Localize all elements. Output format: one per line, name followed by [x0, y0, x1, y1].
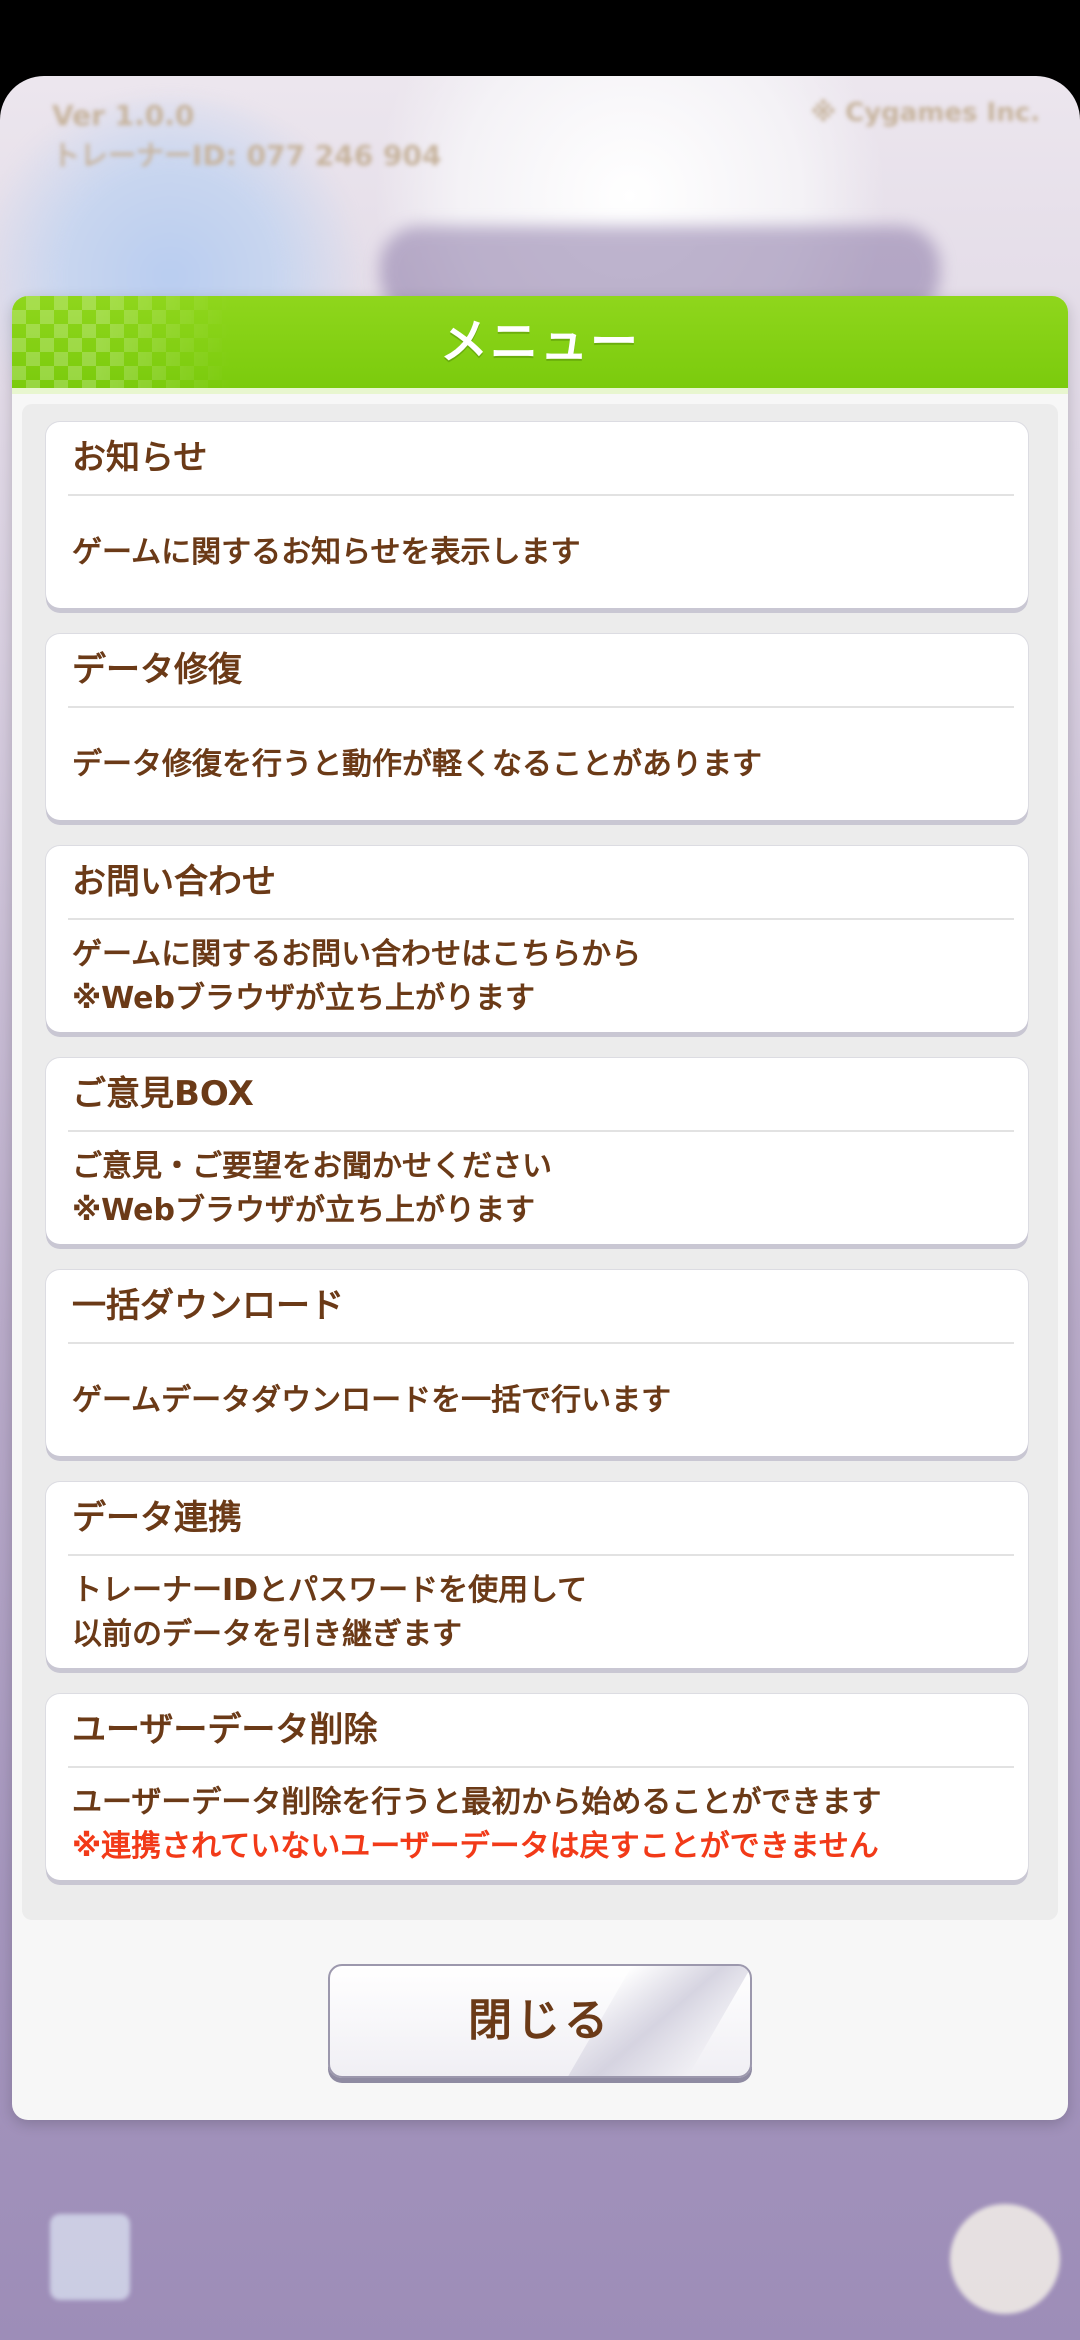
description-line: ※Webブラウザが立ち上がります [72, 1193, 536, 1228]
description-line: ご意見・ご要望をお聞かせください [72, 1149, 552, 1184]
divider [68, 706, 1014, 708]
menu-item-bulk-download[interactable]: 一括ダウンロード ゲームデータダウンロードを一括で行います [46, 1270, 1028, 1456]
menu-item-title: 一括ダウンロード [72, 1286, 344, 1326]
menu-item-title: データ連携 [72, 1498, 242, 1538]
menu-item-data-link[interactable]: データ連携 トレーナーIDとパスワードを使用して 以前のデータを引き継ぎます [46, 1482, 1028, 1668]
description-line: データ修復を行うと動作が軽くなることがあります [72, 747, 762, 782]
description-line: ゲームに関するお問い合わせはこちらから [72, 937, 642, 972]
background-right-button-icon [950, 2204, 1060, 2314]
description-line: ユーザーデータ削除を行うと最初から始めることができます [72, 1785, 882, 1820]
menu-item-data-repair[interactable]: データ修復 データ修復を行うと動作が軽くなることがあります [46, 634, 1028, 820]
warning-text: ※連携されていないユーザーデータは戻すことができません [72, 1829, 879, 1864]
divider [68, 494, 1014, 496]
divider [68, 918, 1014, 920]
trainer-id-text: トレーナーID: 077 246 904 [52, 139, 442, 172]
menu-item-title: データ修復 [72, 650, 242, 690]
close-button[interactable]: 閉じる [328, 1964, 752, 2078]
menu-item-description: ゲームに関するお問い合わせはこちらから ※Webブラウザが立ち上がります [72, 928, 1008, 1026]
menu-item-description: ご意見・ご要望をお聞かせください ※Webブラウザが立ち上がります [72, 1140, 1008, 1238]
menu-item-description: データ修復を行うと動作が軽くなることがあります [72, 716, 1008, 814]
background-copyright: ※ Cygames Inc. [810, 98, 1040, 128]
menu-dialog: メニュー お知らせ ゲームに関するお知らせを表示します データ修復 データ修復を… [12, 296, 1068, 2120]
menu-item-description: ゲームデータダウンロードを一括で行います [72, 1352, 1008, 1450]
close-button-label: 閉じる [468, 1995, 612, 2046]
menu-item-description: ゲームに関するお知らせを表示します [72, 504, 1008, 602]
menu-item-news[interactable]: お知らせ ゲームに関するお知らせを表示します [46, 422, 1028, 608]
status-bar [0, 0, 1080, 76]
divider [68, 1130, 1014, 1132]
background-left-button-icon [50, 2214, 130, 2300]
header-underline [12, 388, 1068, 394]
dialog-header: メニュー [12, 296, 1068, 388]
background-version-info: Ver 1.0.0 トレーナーID: 077 246 904 [52, 96, 441, 176]
menu-item-title: お問い合わせ [72, 862, 276, 902]
divider [68, 1554, 1014, 1556]
menu-item-delete-user-data[interactable]: ユーザーデータ削除 ユーザーデータ削除を行うと最初から始めることができます ※連… [46, 1694, 1028, 1880]
menu-item-title: ユーザーデータ削除 [72, 1710, 378, 1750]
menu-list: お知らせ ゲームに関するお知らせを表示します データ修復 データ修復を行うと動作… [22, 404, 1058, 1920]
divider [68, 1342, 1014, 1344]
menu-item-title: お知らせ [72, 438, 208, 478]
dialog-title: メニュー [439, 314, 640, 370]
description-line: ※Webブラウザが立ち上がります [72, 981, 536, 1016]
description-line: ゲームデータダウンロードを一括で行います [72, 1383, 672, 1418]
description-line: 以前のデータを引き継ぎます [72, 1617, 462, 1652]
menu-item-feedback-box[interactable]: ご意見BOX ご意見・ご要望をお聞かせください ※Webブラウザが立ち上がります [46, 1058, 1028, 1244]
description-line: トレーナーIDとパスワードを使用して [72, 1573, 588, 1608]
menu-item-title: ご意見BOX [72, 1074, 254, 1114]
menu-item-contact[interactable]: お問い合わせ ゲームに関するお問い合わせはこちらから ※Webブラウザが立ち上が… [46, 846, 1028, 1032]
description-line: ゲームに関するお知らせを表示します [72, 535, 581, 570]
version-text: Ver 1.0.0 [52, 99, 195, 132]
divider [68, 1766, 1014, 1768]
menu-item-description: ユーザーデータ削除を行うと最初から始めることができます ※連携されていないユーザ… [72, 1776, 1008, 1874]
menu-item-description: トレーナーIDとパスワードを使用して 以前のデータを引き継ぎます [72, 1564, 1008, 1662]
